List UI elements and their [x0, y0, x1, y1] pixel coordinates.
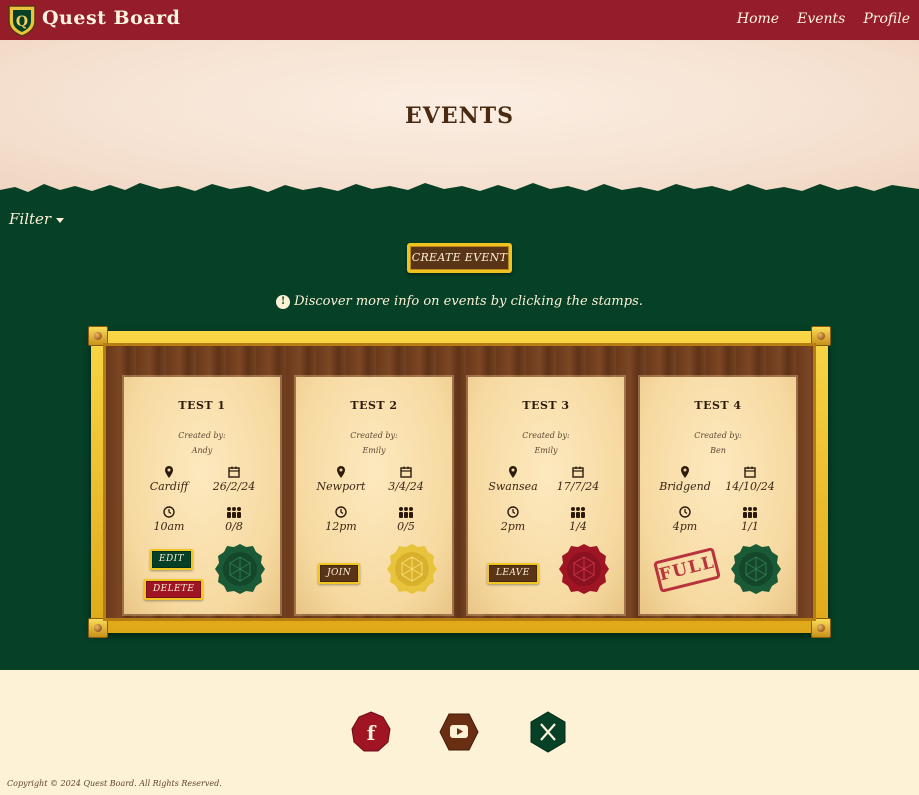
event-card: TEST 2 Created by: Emily Newport 3/4/24 …	[296, 377, 452, 614]
clock-icon	[679, 506, 691, 518]
top-navbar: Q Quest Board Home Events Profile	[0, 0, 919, 40]
create-event-button[interactable]: CREATE EVENT	[407, 243, 512, 273]
event-date: 14/10/24	[720, 466, 780, 493]
brand-name[interactable]: Quest Board	[42, 7, 180, 29]
event-players: 1/4	[548, 506, 608, 533]
event-date: 26/2/24	[204, 466, 264, 493]
event-creator: Created by: Emily	[296, 428, 452, 458]
creator-name: Emily	[534, 446, 558, 455]
main-nav: Home Events Profile	[737, 11, 910, 27]
event-time: 10am	[139, 506, 199, 533]
event-card: TEST 3 Created by: Emily Swansea 17/7/24…	[468, 377, 624, 614]
creator-name: Ben	[710, 446, 726, 455]
event-location: Cardiff	[139, 466, 199, 493]
event-time: 4pm	[655, 506, 715, 533]
event-card: TEST 4 Created by: Ben Bridgend 14/10/24…	[640, 377, 796, 614]
created-by-label: Created by:	[522, 431, 570, 440]
nav-profile[interactable]: Profile	[863, 11, 910, 27]
page-title: EVENTS	[405, 103, 514, 129]
bolt-icon	[811, 618, 831, 638]
nav-events[interactable]: Events	[797, 11, 845, 27]
quest-board-logo-icon[interactable]: Q	[7, 3, 37, 37]
event-creator: Created by: Andy	[124, 428, 280, 458]
edit-button[interactable]: EDIT	[150, 549, 193, 570]
created-by-label: Created by:	[178, 431, 226, 440]
event-title: TEST 4	[694, 399, 742, 412]
event-title: TEST 2	[350, 399, 398, 412]
event-players: 0/8	[204, 506, 264, 533]
wax-seal-stamp-icon[interactable]	[558, 543, 610, 595]
wood-panel: TEST 1 Created by: Andy Cardiff 26/2/24 …	[103, 343, 816, 621]
calendar-icon	[744, 466, 756, 478]
info-message: ! Discover more info on events by clickin…	[0, 294, 919, 309]
event-date: 3/4/24	[376, 466, 436, 493]
wax-seal-stamp-icon[interactable]	[386, 543, 438, 595]
map-pin-icon	[337, 466, 345, 478]
map-pin-icon	[681, 466, 689, 478]
delete-button[interactable]: DELETE	[144, 579, 204, 600]
facebook-icon[interactable]: f	[350, 711, 392, 753]
page-hero: EVENTS	[0, 40, 919, 196]
event-title: TEST 3	[522, 399, 570, 412]
creator-name: Andy	[191, 446, 213, 455]
filter-label: Filter	[9, 210, 52, 228]
site-footer: f Copyright © 2024 Quest Board. All Righ…	[0, 670, 919, 795]
event-location: Newport	[311, 466, 371, 493]
event-card: TEST 1 Created by: Andy Cardiff 26/2/24 …	[124, 377, 280, 614]
event-creator: Created by: Emily	[468, 428, 624, 458]
leave-button[interactable]: LEAVE	[487, 563, 539, 584]
creator-name: Emily	[362, 446, 386, 455]
join-button[interactable]: JOIN	[318, 563, 361, 584]
exclamation-circle-icon: !	[276, 295, 291, 309]
event-players: 0/5	[376, 506, 436, 533]
calendar-icon	[400, 466, 412, 478]
x-icon[interactable]	[527, 711, 569, 753]
event-time: 12pm	[311, 506, 371, 533]
created-by-label: Created by:	[350, 431, 398, 440]
calendar-icon	[572, 466, 584, 478]
calendar-icon	[228, 466, 240, 478]
players-icon	[571, 507, 585, 518]
event-board: TEST 1 Created by: Andy Cardiff 26/2/24 …	[88, 326, 831, 638]
wax-seal-stamp-icon[interactable]	[214, 543, 266, 595]
map-pin-icon	[165, 466, 173, 478]
svg-text:f: f	[367, 721, 377, 745]
event-players: 1/1	[720, 506, 780, 533]
caret-down-icon	[56, 217, 65, 223]
info-text: Discover more info on events by clicking…	[294, 294, 643, 309]
players-icon	[743, 507, 757, 518]
event-creator: Created by: Ben	[640, 428, 796, 458]
event-title: TEST 1	[178, 399, 226, 412]
created-by-label: Created by:	[694, 431, 742, 440]
event-location: Bridgend	[655, 466, 715, 493]
create-event-label: CREATE EVENT	[410, 246, 509, 270]
event-date: 17/7/24	[548, 466, 608, 493]
event-location: Swansea	[483, 466, 543, 493]
map-pin-icon	[509, 466, 517, 478]
clock-icon	[335, 506, 347, 518]
wax-seal-stamp-icon[interactable]	[730, 543, 782, 595]
filter-dropdown[interactable]: Filter	[9, 210, 65, 228]
clock-icon	[163, 506, 175, 518]
full-status-stamp: FULL	[653, 546, 721, 594]
clock-icon	[507, 506, 519, 518]
bolt-icon	[88, 618, 108, 638]
youtube-icon[interactable]	[438, 711, 480, 753]
players-icon	[399, 507, 413, 518]
players-icon	[227, 507, 241, 518]
copyright-text: Copyright © 2024 Quest Board. All Rights…	[7, 779, 222, 788]
svg-text:Q: Q	[16, 14, 28, 30]
nav-home[interactable]: Home	[737, 11, 779, 27]
events-section: Filter CREATE EVENT ! Discover more info …	[0, 196, 919, 670]
event-time: 2pm	[483, 506, 543, 533]
